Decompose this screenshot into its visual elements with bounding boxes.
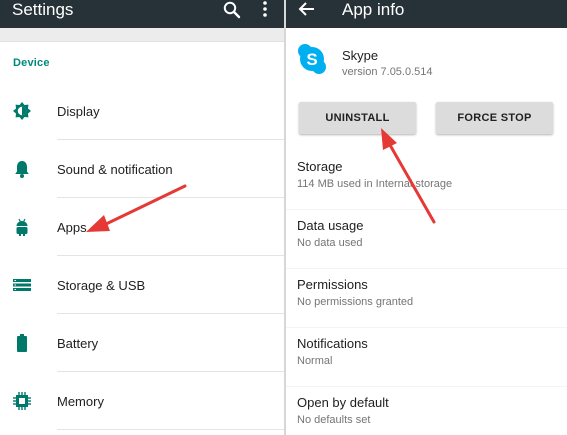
info-row-subtitle: No data used (297, 237, 363, 249)
info-row-subtitle: No defaults set (297, 414, 371, 426)
info-row-storage[interactable]: Storage 114 MB used in Internal storage (286, 151, 567, 209)
settings-item-label: Display (57, 104, 100, 119)
toolbar-shadow (0, 28, 284, 42)
memory-icon (13, 392, 31, 410)
info-row-data-usage[interactable]: Data usage No data used (286, 210, 567, 268)
info-row-open-by-default[interactable]: Open by default No defaults set (286, 387, 567, 435)
info-row-title: Data usage (297, 218, 364, 233)
divider (57, 429, 284, 430)
info-row-notifications[interactable]: Notifications Normal (286, 328, 567, 386)
settings-item-label: Battery (57, 336, 99, 351)
settings-item-apps[interactable]: Apps (0, 198, 284, 256)
app-info-title: App info (342, 0, 405, 19)
info-row-permissions[interactable]: Permissions No permissions granted (286, 269, 567, 327)
app-name: Skype (342, 48, 379, 63)
bell-icon (15, 161, 29, 178)
section-header-device: Device (13, 57, 50, 69)
settings-title: Settings (12, 0, 74, 19)
app-info-toolbar: App info (286, 0, 567, 28)
settings-item-battery[interactable]: Battery (0, 314, 284, 372)
brightness-icon (13, 102, 31, 120)
settings-item-storage[interactable]: Storage & USB (0, 256, 284, 314)
settings-item-label: Storage & USB (57, 278, 146, 293)
info-row-title: Storage (297, 159, 343, 174)
info-row-subtitle: No permissions granted (297, 296, 414, 308)
android-icon (16, 218, 28, 236)
settings-item-display[interactable]: Display (0, 82, 284, 140)
settings-item-label: Sound & notification (57, 162, 173, 177)
storage-icon (13, 279, 31, 291)
info-row-title: Notifications (297, 336, 368, 351)
settings-item-label: Apps (57, 220, 87, 235)
settings-item-sound[interactable]: Sound & notification (0, 140, 284, 198)
info-row-subtitle: Normal (297, 355, 333, 367)
more-vert-icon[interactable] (258, 0, 272, 18)
svg-text:S: S (306, 50, 317, 69)
settings-item-memory[interactable]: Memory (0, 372, 284, 430)
battery-icon (17, 334, 27, 352)
info-row-title: Permissions (297, 277, 368, 292)
settings-panel: Settings Device Display Sound & notifica… (0, 0, 284, 435)
app-info-panel: App info S Skype version 7.05.0.514 UNIN… (286, 0, 567, 435)
force-stop-button[interactable]: FORCE STOP (436, 102, 553, 134)
info-row-subtitle: 114 MB used in Internal storage (297, 178, 453, 190)
app-version: version 7.05.0.514 (342, 66, 433, 78)
app-header: S Skype version 7.05.0.514 UNINSTALL FOR… (286, 28, 567, 163)
uninstall-button[interactable]: UNINSTALL (299, 102, 416, 134)
info-row-title: Open by default (297, 395, 389, 410)
settings-item-label: Memory (57, 394, 104, 409)
search-icon[interactable] (222, 1, 242, 19)
skype-logo-icon: S (298, 44, 326, 74)
settings-toolbar: Settings (0, 0, 284, 28)
back-arrow-icon[interactable] (298, 1, 316, 17)
